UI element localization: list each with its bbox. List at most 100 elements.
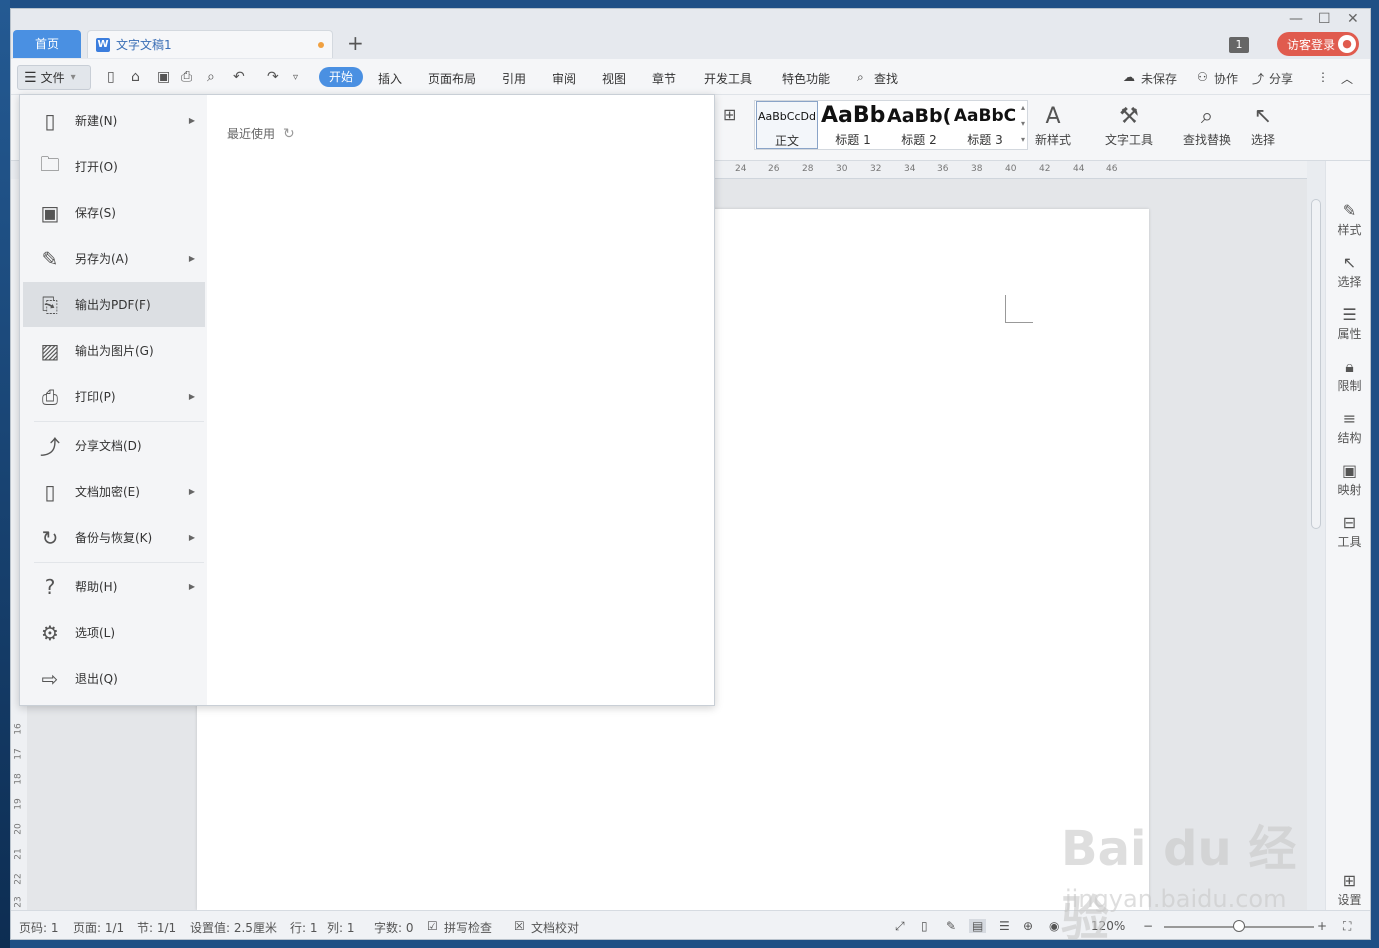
refresh-icon[interactable]: ↻ [283, 126, 295, 142]
gallery-scroll-up-icon[interactable]: ▴ [1021, 103, 1025, 112]
file-menu-help[interactable]: ? 帮助(H) ▶ [23, 564, 205, 609]
save-icon[interactable]: ▣ [157, 69, 170, 85]
undo-icon[interactable]: ↶ [233, 69, 245, 85]
status-page-code[interactable]: 页码: 1 [19, 919, 59, 936]
file-menu-export-image[interactable]: ▨ 输出为图片(G) [23, 328, 205, 373]
file-menu-save[interactable]: ▣ 保存(S) [23, 190, 205, 235]
sidebar-item-tools[interactable]: ⊟ 工具 [1326, 513, 1370, 550]
outline-view-icon[interactable]: ☰ [999, 919, 1010, 933]
status-row[interactable]: 行: 1 [290, 919, 318, 936]
baidu-watermark: Bai du 经验 jingyan.baidu.com [1061, 809, 1321, 939]
sidebar-item-label: 选择 [1337, 275, 1362, 289]
new-style-label: 新样式 [1035, 133, 1072, 147]
lock-icon: 🔒︎ [1345, 357, 1354, 376]
style-heading-2[interactable]: AaBb( 标题 2 [887, 101, 951, 149]
minimize-button[interactable]: — [1289, 11, 1303, 27]
tab-review[interactable]: 审阅 [552, 70, 576, 87]
file-menu-encrypt[interactable]: ▯ 文档加密(E) ▶ [23, 469, 205, 514]
style-gallery: AaBbCcDd 正文 AaBb 标题 1 AaBb( 标题 2 AaBbC 标… [754, 100, 1028, 150]
sidebar-item-label: 样式 [1337, 223, 1362, 237]
ruler-tick: 17 [13, 748, 24, 760]
redo-icon[interactable]: ↷ [267, 69, 279, 85]
file-menu-new[interactable]: ▯ 新建(N) ▶ [23, 98, 205, 143]
tab-page-layout[interactable]: 页面布局 [428, 70, 476, 87]
find-button[interactable]: 查找 [874, 70, 898, 87]
style-label: 标题 1 [835, 133, 871, 147]
status-word-count[interactable]: 字数: 0 [374, 919, 414, 936]
spellcheck-button[interactable]: 拼写检查 [444, 919, 492, 936]
guest-login-button[interactable]: 访客登录 ● [1277, 32, 1359, 56]
tab-references[interactable]: 引用 [502, 70, 526, 87]
find-replace-button[interactable]: ⌕ 查找替换 [1183, 103, 1231, 148]
text-tools-button[interactable]: ⚒ 文字工具 [1105, 103, 1153, 148]
vertical-scrollbar[interactable] [1311, 199, 1321, 529]
file-menu-button[interactable]: ☰ 文件 ▾ [17, 65, 91, 90]
tab-home[interactable]: 首页 [13, 30, 81, 58]
tab-insert[interactable]: 插入 [378, 70, 402, 87]
customize-quick-access-icon[interactable]: ▿ [293, 72, 298, 83]
status-setting[interactable]: 设置值: 2.5厘米 [190, 919, 277, 936]
tab-document[interactable]: W 文字文稿1 [87, 30, 333, 58]
sidebar-item-select[interactable]: ↖ 选择 [1326, 253, 1370, 290]
more-options-icon[interactable]: ⋮ [1317, 70, 1329, 84]
window-count-badge[interactable]: 1 [1229, 37, 1249, 53]
status-section[interactable]: 节: 1/1 [137, 919, 176, 936]
status-pages[interactable]: 页面: 1/1 [73, 919, 124, 936]
save-icon: ▣ [40, 200, 60, 225]
table-icon[interactable]: ⊞ [723, 101, 736, 129]
horizontal-ruler[interactable]: 24 26 28 30 32 34 36 38 40 42 44 46 [711, 161, 1307, 179]
lock-doc-icon: ▯ [44, 479, 56, 504]
new-style-button[interactable]: A 新样式 [1035, 103, 1071, 148]
file-menu-save-as[interactable]: ✎ 另存为(A) ▶ [23, 236, 205, 281]
new-file-icon[interactable]: ▯ [107, 69, 115, 85]
select-button[interactable]: ↖ 选择 [1251, 103, 1275, 148]
file-menu-exit[interactable]: ⇨ 退出(Q) [23, 656, 205, 701]
page-view-icon[interactable]: ▤ [969, 919, 987, 933]
new-tab-button[interactable]: + [347, 33, 364, 53]
collaborate-button[interactable]: 协作 [1214, 70, 1238, 87]
search-icon[interactable]: ⌕ [857, 70, 864, 85]
ruler-tick: 19 [13, 798, 24, 810]
tab-section[interactable]: 章节 [652, 70, 676, 87]
sidebar-settings[interactable]: ⊞ 设置 [1326, 871, 1370, 908]
style-heading-3[interactable]: AaBbC 标题 3 [953, 101, 1017, 149]
file-menu-open[interactable]: 🗀︎ 打开(O) [23, 144, 205, 189]
collapse-ribbon-icon[interactable]: ︿ [1341, 70, 1353, 87]
tab-start[interactable]: 开始 [319, 67, 363, 87]
status-col[interactable]: 列: 1 [327, 919, 355, 936]
fullscreen-icon[interactable]: ⤢ [895, 919, 905, 934]
sidebar-item-styles[interactable]: ✎ 样式 [1326, 201, 1370, 238]
style-heading-1[interactable]: AaBb 标题 1 [821, 101, 885, 149]
file-menu-share[interactable]: ⤴ 分享文档(D) [23, 423, 205, 468]
proofread-button[interactable]: 文档校对 [531, 919, 579, 936]
file-menu-export-pdf[interactable]: ⎘ 输出为PDF(F) [23, 282, 205, 327]
gallery-scroll-down-icon[interactable]: ▾ [1021, 119, 1025, 128]
print-preview-icon[interactable]: ⌕ [207, 69, 215, 85]
unsaved-status[interactable]: 未保存 [1141, 70, 1177, 87]
file-menu-backup[interactable]: ↻ 备份与恢复(K) ▶ [23, 515, 205, 560]
tab-view[interactable]: 视图 [602, 70, 626, 87]
file-menu-options[interactable]: ⚙ 选项(L) [23, 610, 205, 655]
image-icon: ▨ [40, 338, 60, 363]
fit-window-icon[interactable]: ⛶ [1343, 919, 1351, 934]
sidebar-item-properties[interactable]: ☰ 属性 [1326, 305, 1370, 342]
reading-mode-icon[interactable]: ▯ [921, 919, 928, 933]
maximize-button[interactable]: ☐ [1318, 11, 1331, 27]
style-normal[interactable]: AaBbCcDd 正文 [756, 101, 818, 149]
style-preview: AaBb( [887, 105, 951, 127]
web-view-icon[interactable]: ⊕ [1023, 919, 1033, 933]
sidebar-item-restrict[interactable]: 🔒︎ 限制 [1326, 357, 1370, 394]
sidebar-item-structure[interactable]: ≡ 结构 [1326, 409, 1370, 446]
sidebar-item-mapping[interactable]: ▣ 映射 [1326, 461, 1370, 498]
eye-protection-icon[interactable]: ◉ [1049, 919, 1059, 933]
file-menu-print[interactable]: ⎙ 打印(P) ▶ [23, 374, 205, 419]
tab-developer[interactable]: 开发工具 [704, 70, 752, 87]
gallery-expand-icon[interactable]: ▾ [1021, 135, 1025, 144]
edit-mode-icon[interactable]: ✎ [946, 919, 956, 933]
tab-special-features[interactable]: 特色功能 [782, 70, 830, 87]
share-button[interactable]: 分享 [1269, 70, 1293, 87]
sidebar-item-label: 结构 [1337, 431, 1362, 445]
close-button[interactable]: ✕ [1347, 11, 1359, 27]
open-folder-icon[interactable]: ⌂ [131, 69, 140, 85]
print-icon[interactable]: ⎙ [181, 69, 192, 85]
